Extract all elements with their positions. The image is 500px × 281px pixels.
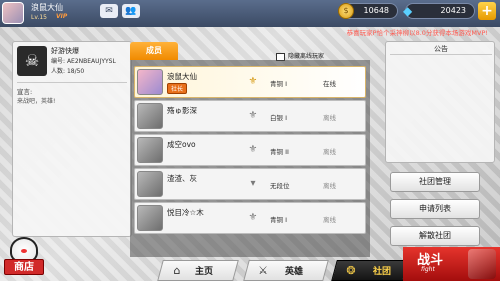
- member-name: 悦目冷☆木: [167, 208, 204, 217]
- gold-display: $ 10648: [338, 3, 398, 19]
- declaration-label: 宣言:: [17, 88, 33, 96]
- tab-members[interactable]: 成员: [130, 42, 178, 60]
- member-name: 成空ovo: [167, 140, 196, 149]
- member-avatar[interactable]: [137, 69, 163, 95]
- application-list-button[interactable]: 申请列表: [390, 199, 480, 219]
- club-badge-icon: ☠: [17, 46, 47, 76]
- diamond-value: 20423: [440, 6, 466, 15]
- rank-emblem-icon: ⚜: [248, 212, 258, 223]
- nav-home-label: 主页: [195, 267, 214, 277]
- disband-club-button[interactable]: 解散社团: [390, 226, 480, 246]
- member-rank: 青铜 II: [270, 148, 289, 156]
- member-avatar[interactable]: [137, 137, 163, 163]
- member-status: 离线: [323, 216, 336, 224]
- member-role-badge: 社长: [167, 83, 188, 94]
- nav-home[interactable]: ⌂ 主页: [157, 260, 239, 281]
- divider: [390, 54, 492, 55]
- member-status: 在线: [323, 80, 336, 88]
- member-status: 离线: [323, 148, 336, 156]
- divider: [17, 82, 127, 83]
- member-rank: 青铜 I: [270, 80, 287, 88]
- club-icon: ❂: [346, 264, 356, 277]
- player-avatar[interactable]: [2, 2, 24, 24]
- declaration-text: 来战吧，英雄!: [17, 98, 56, 105]
- rank-emblem-icon: ▾: [250, 178, 256, 189]
- member-status: 离线: [323, 114, 336, 122]
- vip-badge[interactable]: VIP: [56, 13, 67, 20]
- members-panel: 成员 隐藏离线玩家 浪鼠大仙 社长 ⚜ 青铜 I 在线 殇ゅ影深 ⚜ 白银 I …: [130, 42, 370, 257]
- member-rank: 青铜 I: [270, 216, 287, 224]
- rank-emblem-icon: ⚜: [248, 76, 258, 87]
- battle-sublabel: fight: [421, 266, 435, 273]
- notice-panel: 公告: [385, 41, 495, 163]
- battle-character-icon: [468, 249, 496, 279]
- member-row[interactable]: 浪鼠大仙 社长 ⚜ 青铜 I 在线: [134, 66, 366, 98]
- club-info-panel: ☠ 好游快爆 编号: AE2NBEAUJYYSL 人数: 18/50 宣言: 来…: [12, 41, 132, 237]
- nav-club-label: 社团: [373, 267, 392, 277]
- club-member-count: 人数: 18/50: [51, 68, 85, 75]
- gold-value: 10648: [363, 6, 389, 15]
- member-name: 殇ゅ影深: [167, 106, 197, 115]
- member-avatar[interactable]: [137, 103, 163, 129]
- rank-emblem-icon: ⚜: [248, 110, 258, 121]
- member-row[interactable]: 渣渣、灰 ▾ 无段位 离线: [134, 168, 366, 200]
- member-row[interactable]: 悦目冷☆木 ⚜ 青铜 I 离线: [134, 202, 366, 234]
- club-manage-button[interactable]: 社团管理: [390, 172, 480, 192]
- member-rank: 白银 I: [270, 114, 287, 122]
- notice-title: 公告: [434, 45, 448, 53]
- member-avatar[interactable]: [137, 171, 163, 197]
- ticker-text: 恭喜玩家P恰个采神柳以8.0分获得本场游戏MVP!: [346, 29, 488, 37]
- member-row[interactable]: 殇ゅ影深 ⚜ 白银 I 离线: [134, 100, 366, 132]
- friends-icon[interactable]: 👥: [122, 4, 140, 18]
- member-rank: 无段位: [270, 182, 290, 190]
- nav-club[interactable]: ❂ 社团: [331, 260, 409, 281]
- sword-icon: ⚔: [258, 264, 268, 277]
- club-id: 编号: AE2NBEAUJYYSL: [51, 58, 116, 65]
- battle-button[interactable]: 战斗 fight: [403, 247, 500, 281]
- member-row[interactable]: 成空ovo ⚜ 青铜 II 离线: [134, 134, 366, 166]
- diamond-display: ◆ 20423: [403, 3, 475, 19]
- member-status: 离线: [323, 182, 336, 190]
- rank-emblem-icon: ⚜: [248, 144, 258, 155]
- mail-icon[interactable]: ✉: [100, 4, 118, 18]
- member-name: 渣渣、灰: [167, 174, 197, 183]
- nav-heroes[interactable]: ⚔ 英雄: [243, 260, 329, 281]
- member-name: 浪鼠大仙: [167, 72, 197, 81]
- gold-coin-icon: $: [338, 3, 354, 19]
- club-name: 好游快爆: [51, 47, 79, 55]
- top-bar: 浪鼠大仙 Lv.15 VIP ✉ 👥 $ 10648 ◆ 20423 +: [0, 0, 500, 27]
- member-avatar[interactable]: [137, 205, 163, 231]
- announcement-ticker: 恭喜玩家P恰个采神柳以8.0分获得本场游戏MVP!: [0, 27, 500, 37]
- player-name: 浪鼠大仙: [31, 3, 63, 12]
- home-icon: ⌂: [173, 264, 181, 277]
- nav-heroes-label: 英雄: [285, 267, 304, 277]
- player-level: Lv.15: [31, 14, 47, 21]
- recharge-button[interactable]: +: [478, 2, 496, 20]
- diamond-icon: ◆: [403, 4, 413, 18]
